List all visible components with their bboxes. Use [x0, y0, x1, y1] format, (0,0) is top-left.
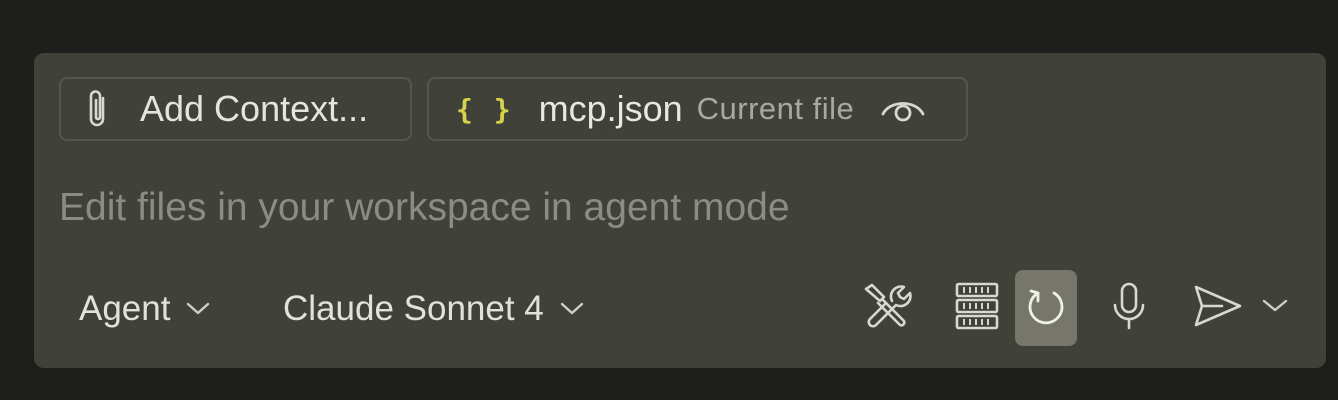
chat-input-panel: Add Context... { } mcp.json Current file… — [34, 53, 1326, 368]
tools-icon — [862, 281, 912, 336]
send-icon — [1192, 283, 1244, 334]
server-button[interactable] — [946, 270, 1008, 346]
microphone-button[interactable] — [1098, 270, 1160, 346]
send-options-button[interactable] — [1250, 270, 1300, 346]
server-icon — [954, 281, 1000, 336]
add-context-button[interactable]: Add Context... — [59, 77, 412, 141]
microphone-icon — [1111, 281, 1147, 336]
file-description: Current file — [696, 91, 855, 126]
eye-icon[interactable] — [880, 94, 926, 124]
model-dropdown[interactable]: Claude Sonnet 4 — [283, 287, 584, 331]
current-file-chip[interactable]: { } mcp.json Current file — [427, 77, 968, 141]
chevron-down-icon — [560, 302, 584, 316]
json-braces-icon: { } — [456, 92, 513, 126]
mode-dropdown[interactable]: Agent — [79, 287, 210, 331]
model-label: Claude Sonnet 4 — [283, 289, 544, 328]
paperclip-icon — [84, 88, 114, 130]
add-context-label: Add Context... — [140, 88, 369, 129]
send-button[interactable] — [1186, 270, 1250, 346]
chevron-down-icon — [1262, 299, 1288, 318]
configure-tools-button[interactable] — [856, 270, 918, 346]
refresh-button[interactable] — [1015, 270, 1077, 346]
chevron-down-icon — [186, 302, 210, 316]
file-name: mcp.json — [538, 88, 683, 129]
prompt-input[interactable] — [59, 183, 1259, 233]
refresh-icon — [1026, 285, 1066, 332]
mode-label: Agent — [79, 289, 171, 328]
